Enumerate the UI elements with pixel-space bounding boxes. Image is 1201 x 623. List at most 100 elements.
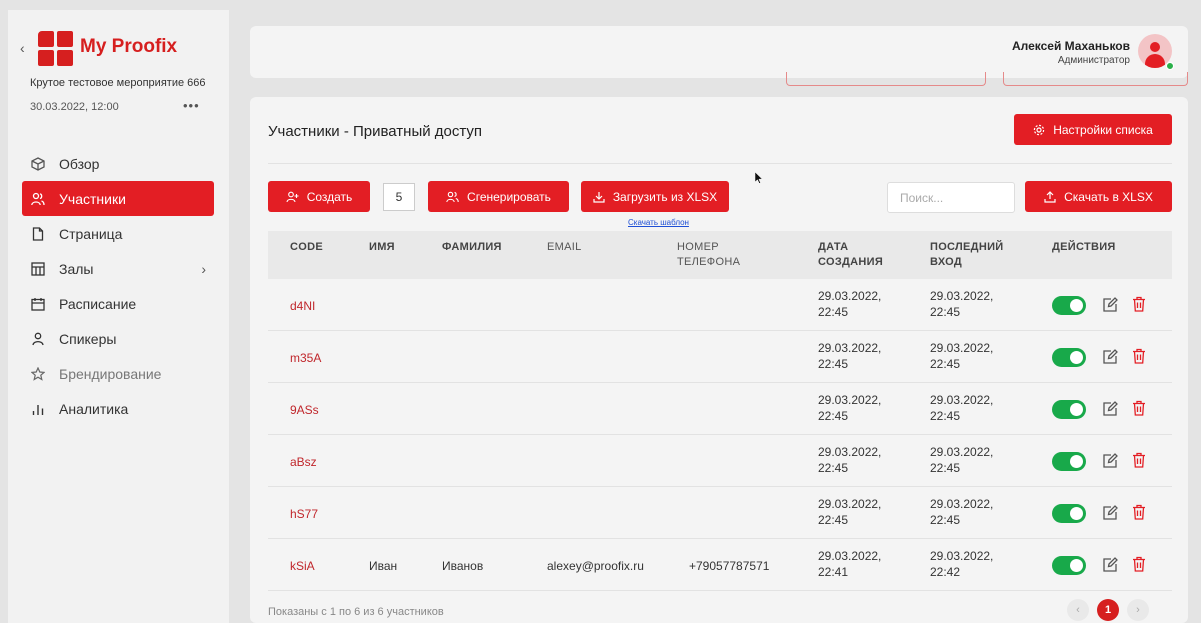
- cell-created: 29.03.2022, 22:45: [818, 392, 908, 424]
- cell-last-name: Иванов: [442, 559, 484, 573]
- cell-created: 29.03.2022, 22:45: [818, 444, 908, 476]
- column-header-last-name[interactable]: ФАМИЛИЯ: [442, 240, 502, 255]
- column-header-email[interactable]: EMAIL: [547, 240, 582, 255]
- active-toggle[interactable]: [1052, 504, 1086, 523]
- generate-count-input[interactable]: 5: [383, 183, 415, 211]
- active-toggle[interactable]: [1052, 452, 1086, 471]
- cell-created: 29.03.2022, 22:45: [818, 288, 908, 320]
- generate-label: Сгенерировать: [467, 189, 551, 204]
- cube-icon: [31, 156, 45, 171]
- trash-icon[interactable]: [1132, 452, 1146, 468]
- generate-button[interactable]: Сгенерировать: [428, 181, 569, 212]
- trash-icon[interactable]: [1132, 348, 1146, 364]
- cell-code: d4NI: [290, 299, 316, 313]
- cell-login-time: 22:45: [930, 305, 961, 319]
- cell-created-date: 29.03.2022,: [818, 497, 882, 511]
- cell-created-time: 22:41: [818, 565, 849, 579]
- trash-icon[interactable]: [1132, 296, 1146, 312]
- collapse-sidebar-chevron-icon[interactable]: ‹: [20, 40, 25, 56]
- active-toggle[interactable]: [1052, 296, 1086, 315]
- brand-name: My Proofix: [80, 36, 178, 57]
- column-header-first-name[interactable]: ИМЯ: [369, 240, 395, 255]
- trash-icon[interactable]: [1132, 556, 1146, 572]
- edit-icon[interactable]: [1102, 401, 1118, 417]
- column-header-last-login[interactable]: ПОСЛЕДНИЙ ВХОД: [930, 240, 1003, 270]
- table-row[interactable]: d4NI 29.03.2022, 22:45 29.03.2022, 22:45: [268, 279, 1172, 331]
- sidebar-item-label: Обзор: [59, 155, 100, 172]
- active-toggle[interactable]: [1052, 400, 1086, 419]
- hidden-header-button[interactable]: [786, 72, 986, 86]
- sidebar-item-label: Залы: [59, 260, 94, 277]
- download-xlsx-button[interactable]: Скачать в XLSX: [1025, 181, 1172, 212]
- edit-icon[interactable]: [1102, 453, 1118, 469]
- cell-created: 29.03.2022, 22:41: [818, 548, 908, 580]
- cell-code: hS77: [290, 507, 319, 521]
- table-row[interactable]: 9ASs 29.03.2022, 22:45 29.03.2022, 22:45: [268, 383, 1172, 435]
- table-row[interactable]: aBsz 29.03.2022, 22:45 29.03.2022, 22:45: [268, 435, 1172, 487]
- create-participant-button[interactable]: Создать: [268, 181, 370, 212]
- sidebar-item-analytics[interactable]: Аналитика: [22, 391, 214, 426]
- column-header-last-login-line: ПОСЛЕДНИЙ: [930, 241, 1004, 253]
- cell-created-date: 29.03.2022,: [818, 445, 882, 459]
- edit-icon[interactable]: [1102, 505, 1118, 521]
- cell-created-time: 22:45: [818, 305, 849, 319]
- column-header-phone-line: ТЕЛЕФОНА: [677, 256, 741, 268]
- event-name: Крутое тестовое мероприятие 666: [30, 77, 206, 89]
- cell-first-name: Иван: [369, 559, 398, 573]
- table-row[interactable]: kSiA Иван Иванов alexey@proofix.ru +7905…: [268, 539, 1172, 591]
- column-header-phone[interactable]: НОМЕР ТЕЛЕФОНА: [677, 240, 740, 270]
- cell-code: kSiA: [290, 559, 315, 573]
- edit-icon[interactable]: [1102, 557, 1118, 573]
- export-icon: [1044, 190, 1056, 203]
- list-settings-button[interactable]: Настройки списка: [1014, 114, 1172, 145]
- column-header-actions: ДЕЙСТВИЯ: [1052, 241, 1116, 253]
- edit-icon[interactable]: [1102, 297, 1118, 313]
- trash-icon[interactable]: [1132, 504, 1146, 520]
- upload-xlsx-button[interactable]: Загрузить из XLSX: [581, 181, 729, 212]
- column-header-code[interactable]: CODE: [290, 240, 323, 255]
- avatar-body: [1145, 54, 1165, 68]
- trash-icon[interactable]: [1132, 400, 1146, 416]
- sidebar-item-page[interactable]: Страница: [22, 216, 214, 251]
- sidebar-item-halls[interactable]: Залы ›: [22, 251, 214, 286]
- cell-created: 29.03.2022, 22:45: [818, 496, 908, 528]
- sidebar-item-participants[interactable]: Участники: [22, 181, 214, 216]
- hidden-header-button[interactable]: [1003, 72, 1188, 86]
- active-toggle[interactable]: [1052, 348, 1086, 367]
- cell-login-time: 22:45: [930, 513, 961, 527]
- search-input[interactable]: [887, 182, 1015, 213]
- add-user-icon: [286, 191, 299, 202]
- star-icon: [31, 366, 45, 381]
- pagination-summary: Показаны с 1 по 6 из 6 участников: [268, 606, 444, 618]
- table-row[interactable]: hS77 29.03.2022, 22:45 29.03.2022, 22:45: [268, 487, 1172, 539]
- cell-created-date: 29.03.2022,: [818, 549, 882, 563]
- active-toggle[interactable]: [1052, 556, 1086, 575]
- download-template-link[interactable]: Скачать шаблон: [628, 218, 689, 227]
- next-page-button[interactable]: ›: [1127, 599, 1149, 621]
- sidebar-item-branding[interactable]: Брендирование: [22, 356, 214, 391]
- sidebar-item-label: Расписание: [59, 295, 137, 312]
- online-status-indicator: [1166, 62, 1174, 70]
- table-header: CODE ИМЯ ФАМИЛИЯ EMAIL НОМЕР ТЕЛЕФОНА ДА…: [268, 231, 1172, 279]
- edit-icon[interactable]: [1102, 349, 1118, 365]
- sidebar: ‹ My Proofix Крутое тестовое мероприятие…: [8, 10, 229, 623]
- cell-login-date: 29.03.2022,: [930, 497, 994, 511]
- table-row[interactable]: m35A 29.03.2022, 22:45 29.03.2022, 22:45: [268, 331, 1172, 383]
- page-button-current[interactable]: 1: [1097, 599, 1119, 621]
- column-header-created-line: ДАТА: [818, 241, 849, 253]
- bar-chart-icon: [31, 402, 45, 416]
- cell-login-time: 22:45: [930, 461, 961, 475]
- column-header-created[interactable]: ДАТА СОЗДАНИЯ: [818, 240, 883, 270]
- users-icon: [446, 191, 459, 202]
- event-more-button[interactable]: •••: [183, 98, 200, 113]
- prev-page-button[interactable]: ‹: [1067, 599, 1089, 621]
- sidebar-item-overview[interactable]: Обзор: [22, 146, 214, 181]
- sidebar-item-speakers[interactable]: Спикеры: [22, 321, 214, 356]
- cell-login-date: 29.03.2022,: [930, 445, 994, 459]
- cell-created-time: 22:45: [818, 513, 849, 527]
- cell-code: aBsz: [290, 455, 317, 469]
- users-icon: [31, 192, 45, 206]
- sidebar-item-label: Спикеры: [59, 330, 117, 347]
- sidebar-item-schedule[interactable]: Расписание: [22, 286, 214, 321]
- sidebar-item-label: Страница: [59, 225, 123, 242]
